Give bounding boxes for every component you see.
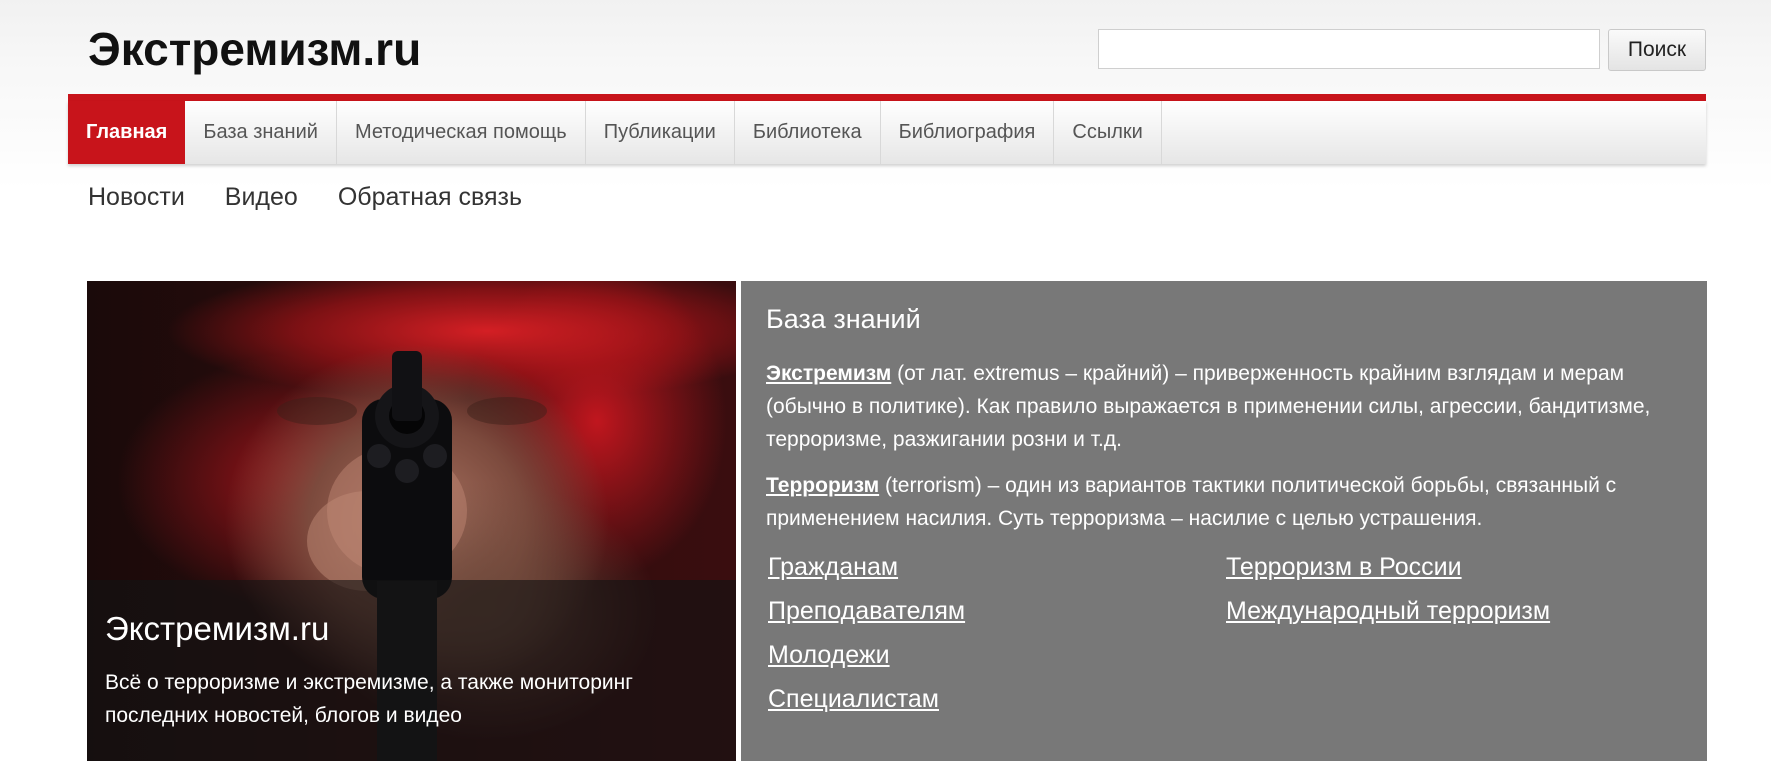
extremism-term-link[interactable]: Экстремизм [766,362,891,385]
nav-item-home[interactable]: Главная [68,101,186,164]
subnav-item-video[interactable]: Видео [225,183,298,212]
search-button[interactable]: Поиск [1608,29,1706,71]
link-youth[interactable]: Молодежи [768,641,890,670]
secondary-nav: Новости Видео Обратная связь [88,183,522,212]
nav-item-library[interactable]: Библиотека [735,101,881,164]
link-specialists[interactable]: Специалистам [768,685,939,714]
nav-item-methodical-help[interactable]: Методическая помощь [337,101,586,164]
extremism-definition: Экстремизм (от лат. extremus – крайний) … [766,357,1686,456]
site-title[interactable]: Экстремизм.ru [88,22,421,76]
nav-item-bibliography[interactable]: Библиография [881,101,1055,164]
knowledge-base-panel: База знаний Экстремизм (от лат. extremus… [741,281,1707,761]
nav-accent-line [68,94,1706,101]
knowledge-base-heading: База знаний [766,304,921,334]
search-input[interactable] [1098,29,1600,69]
hero-caption: Экстремизм.ru Всё о терроризме и экстрем… [87,580,736,761]
nav-item-publications[interactable]: Публикации [586,101,735,164]
extremism-definition-text: (от лат. extremus – крайний) – привержен… [766,362,1651,451]
hero-banner[interactable]: Экстремизм.ru Всё о терроризме и экстрем… [87,281,736,761]
subnav-item-feedback[interactable]: Обратная связь [338,183,522,212]
main-nav: Главная База знаний Методическая помощь … [68,101,1706,164]
nav-item-links[interactable]: Ссылки [1054,101,1162,164]
terrorism-definition-text: (terrorism) – один из вариантов тактики … [766,474,1617,530]
nav-item-knowledge-base[interactable]: База знаний [185,101,337,164]
link-terrorism-in-russia[interactable]: Терроризм в России [1226,553,1462,582]
subnav-item-news[interactable]: Новости [88,183,185,212]
hero-title: Экстремизм.ru [105,610,330,647]
link-citizens[interactable]: Гражданам [768,553,898,582]
link-international-terrorism[interactable]: Международный терроризм [1226,597,1550,626]
terrorism-term-link[interactable]: Терроризм [766,474,879,497]
hero-description: Всё о терроризме и экстремизме, а также … [105,671,633,727]
link-teachers[interactable]: Преподавателям [768,597,965,626]
terrorism-definition: Терроризм (terrorism) – один из варианто… [766,469,1686,535]
